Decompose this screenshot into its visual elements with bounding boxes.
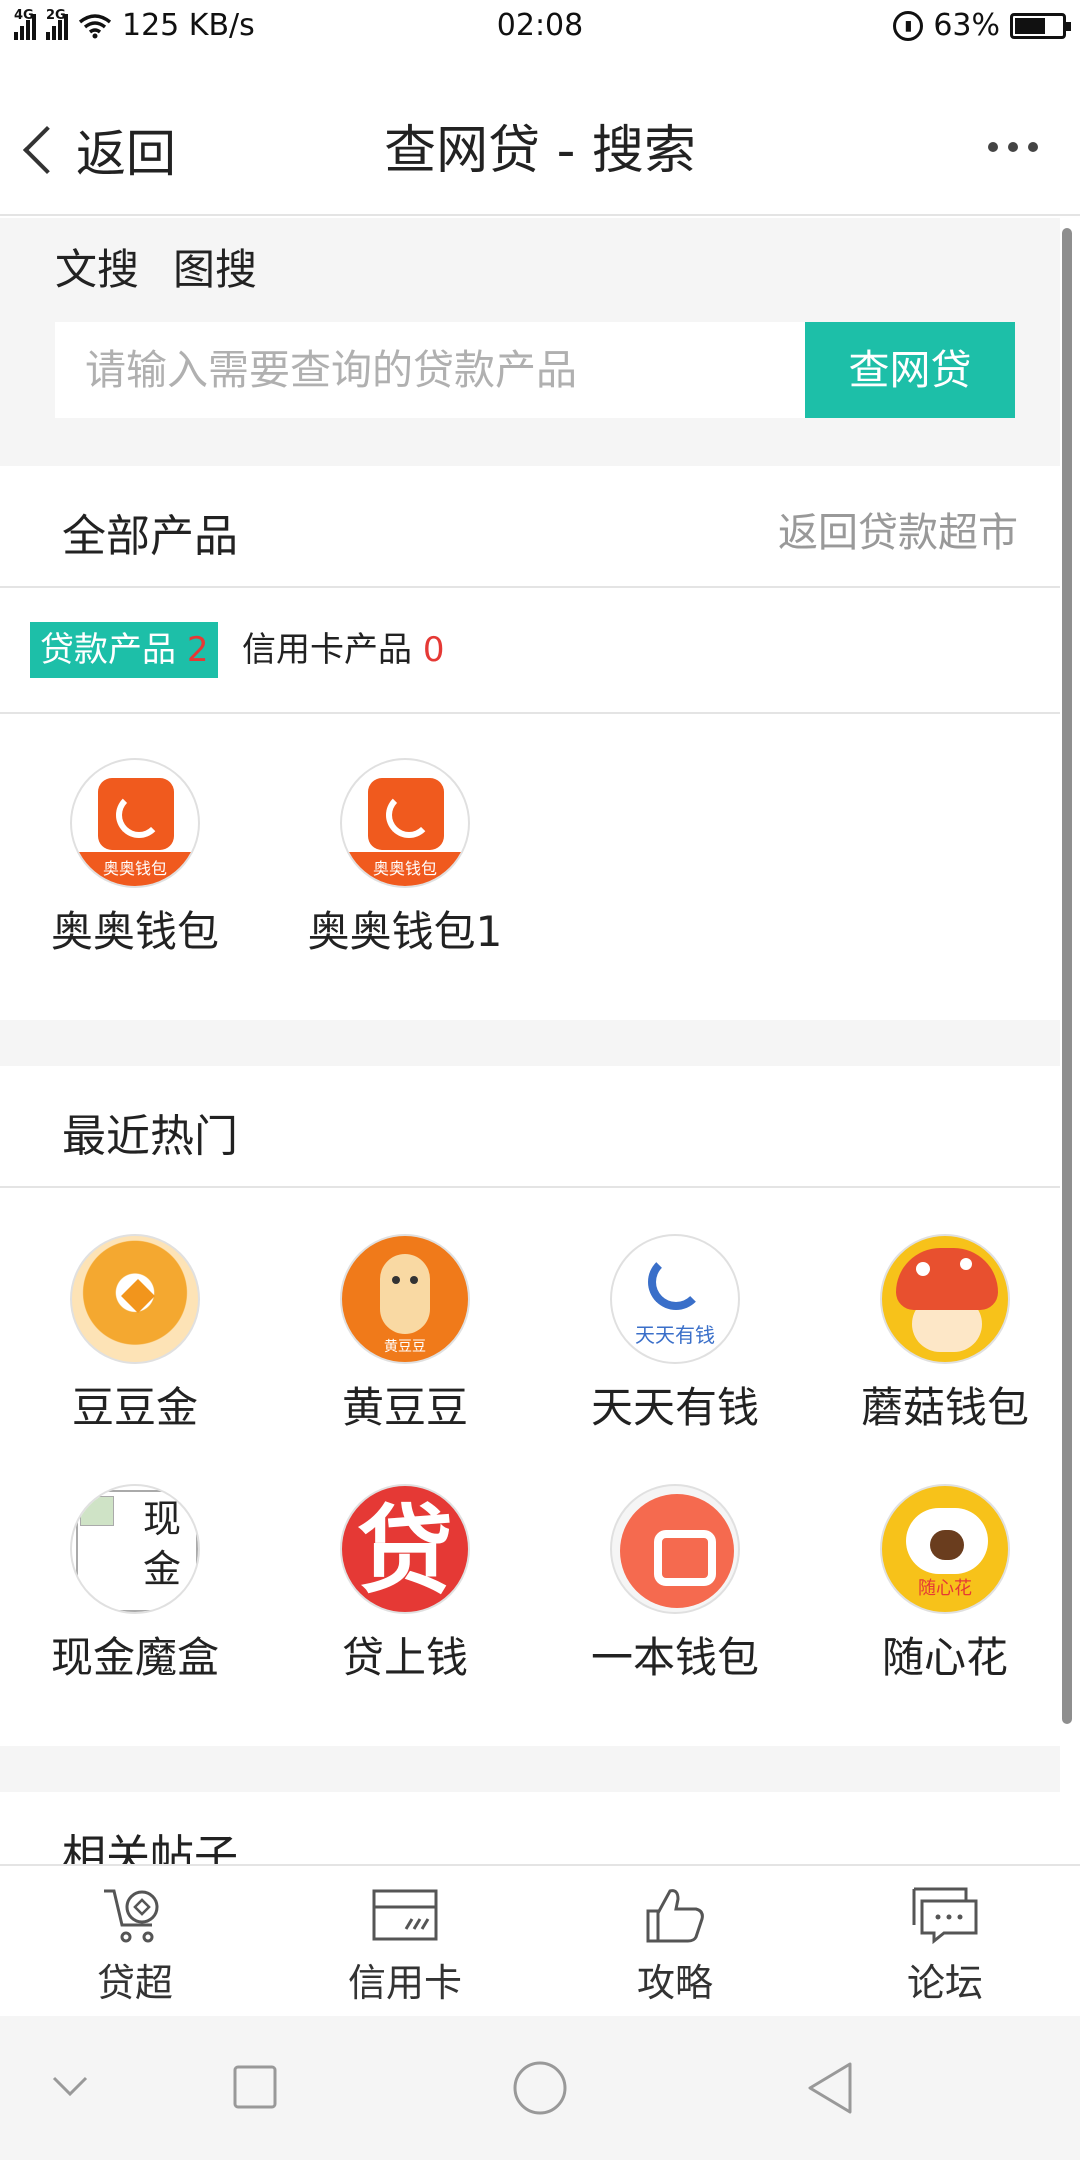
image-alt-text: 现金	[142, 1497, 181, 1591]
tab-image-search[interactable]: 图搜	[173, 236, 257, 297]
hot-products-grid: 豆豆金 黄豆豆 黄豆豆 天天有钱 天天有钱 蘑菇钱包 现金 现金魔盒 贷 贷上钱…	[0, 1188, 1060, 1746]
battery-icon	[1010, 12, 1071, 39]
chevron-down-icon[interactable]	[52, 2074, 88, 2098]
rotation-lock-icon: ▮	[893, 10, 924, 41]
mogu-wallet-logo	[880, 1234, 1010, 1364]
home-circle-icon[interactable]	[512, 2060, 568, 2116]
product-name: 奥奥钱包1	[307, 907, 503, 956]
yiben-wallet-logo	[610, 1484, 740, 1614]
hot-item[interactable]: 现金 现金魔盒	[0, 1484, 270, 1685]
broken-image-icon: 现金	[70, 1484, 200, 1614]
product-name: 一本钱包	[590, 1633, 759, 1682]
status-bar: 4G 2G 125 KB/s 02:08 ▮ 63%	[0, 0, 1080, 56]
dot-icon	[1008, 142, 1018, 152]
product-results: 奥奥钱包 奥奥钱包 奥奥钱包 奥奥钱包1	[0, 714, 1060, 1020]
nav-bar: 返回 查网贷 - 搜索	[0, 56, 1080, 216]
tab-label: 攻略	[636, 1961, 713, 2005]
back-triangle-icon[interactable]	[804, 2060, 854, 2116]
hot-item[interactable]: 蘑菇钱包	[810, 1234, 1080, 1435]
hot-item[interactable]: 豆豆金	[0, 1234, 270, 1435]
section-divider	[0, 1020, 1060, 1066]
logo-caption: 奥奥钱包	[342, 852, 468, 886]
product-name: 奥奥钱包	[50, 907, 219, 956]
dot-icon	[988, 142, 998, 152]
product-item[interactable]: 奥奥钱包 奥奥钱包	[0, 758, 270, 959]
product-name: 天天有钱	[590, 1383, 759, 1432]
search-button[interactable]: 查网贷	[805, 322, 1015, 418]
huangdoudou-logo: 黄豆豆	[340, 1234, 470, 1364]
battery-fill	[1015, 17, 1045, 34]
filter-count: 2	[186, 630, 209, 670]
logo-caption: 奥奥钱包	[72, 852, 198, 886]
filter-loan-products[interactable]: 贷款产品 2	[30, 622, 219, 678]
dot-icon	[1028, 142, 1038, 152]
scrollbar[interactable]	[1062, 228, 1072, 1724]
status-right: ▮ 63%	[893, 8, 1071, 43]
product-name: 随心花	[881, 1633, 1008, 1682]
section-title: 全部产品	[62, 511, 238, 562]
search-mode-tabs: 文搜 图搜	[55, 236, 257, 297]
section-divider	[0, 1746, 1060, 1792]
logo-glyph: 贷	[357, 1495, 453, 1607]
tab-loan-market[interactable]: 贷超	[0, 1884, 270, 2007]
product-name: 蘑菇钱包	[860, 1383, 1029, 1432]
aoao-wallet-logo: 奥奥钱包	[70, 758, 200, 888]
product-name: 现金魔盒	[50, 1633, 219, 1682]
tab-guides[interactable]: 攻略	[540, 1884, 810, 2007]
suixinhua-logo: 随心花	[880, 1484, 1010, 1614]
aoao-wallet-logo: 奥奥钱包	[340, 758, 470, 888]
product-name: 贷上钱	[341, 1633, 468, 1682]
product-name: 豆豆金	[71, 1383, 198, 1432]
search-section: 文搜 图搜 请输入需要查询的贷款产品 查网贷	[0, 218, 1060, 466]
chat-bubble-icon	[912, 1887, 978, 1945]
filter-credit-card-products[interactable]: 信用卡产品 0	[242, 622, 444, 678]
filter-label: 信用卡产品	[242, 630, 412, 670]
recent-hot-header: 最近热门	[0, 1066, 1060, 1188]
cart-icon	[104, 1889, 159, 1943]
tab-label: 贷超	[96, 1961, 173, 2005]
daishangqian-logo: 贷	[340, 1484, 470, 1614]
page-title: 查网贷 - 搜索	[384, 121, 696, 181]
search-input[interactable]: 请输入需要查询的贷款产品	[55, 322, 805, 418]
product-name: 黄豆豆	[341, 1383, 468, 1432]
logo-caption: 天天有钱	[635, 1323, 715, 1347]
logo-caption: 黄豆豆	[384, 1339, 426, 1355]
related-posts-header: 相关帖子	[0, 1792, 1060, 1882]
tab-label: 论坛	[906, 1961, 983, 2005]
tab-text-search[interactable]: 文搜	[55, 236, 139, 297]
tiantianyouqian-logo: 天天有钱	[610, 1234, 740, 1364]
system-nav-bar	[0, 2016, 1080, 2160]
hot-item[interactable]: 一本钱包	[540, 1484, 810, 1685]
product-filter-row: 贷款产品 2 信用卡产品 0	[0, 590, 1060, 714]
hot-item[interactable]: 天天有钱 天天有钱	[540, 1234, 810, 1435]
product-item[interactable]: 奥奥钱包 奥奥钱包1	[270, 758, 540, 959]
hot-item[interactable]: 贷 贷上钱	[270, 1484, 540, 1685]
tab-label: 信用卡	[347, 1961, 462, 2005]
thumbs-up-icon	[646, 1889, 704, 1943]
hot-item[interactable]: 黄豆豆 黄豆豆	[270, 1234, 540, 1435]
more-options-button[interactable]	[988, 142, 1038, 152]
battery-percent: 63%	[933, 8, 1000, 43]
filter-count: 0	[422, 630, 445, 670]
tab-credit-card[interactable]: 信用卡	[270, 1884, 540, 2007]
bottom-tab-bar: 贷超 信用卡 攻略 论坛	[0, 1864, 1080, 2016]
doudoujin-logo	[70, 1234, 200, 1364]
credit-card-icon	[372, 1889, 438, 1941]
section-title: 最近热门	[62, 1111, 238, 1162]
all-products-header: 全部产品 返回贷款超市	[0, 466, 1060, 588]
hot-item[interactable]: 随心花 随心花	[810, 1484, 1080, 1685]
back-to-loan-market-link[interactable]: 返回贷款超市	[778, 500, 1018, 558]
recents-square-icon[interactable]	[232, 2064, 278, 2110]
tab-forum[interactable]: 论坛	[810, 1884, 1080, 2007]
logo-caption: 随心花	[918, 1578, 972, 1599]
filter-label: 贷款产品	[40, 630, 176, 670]
